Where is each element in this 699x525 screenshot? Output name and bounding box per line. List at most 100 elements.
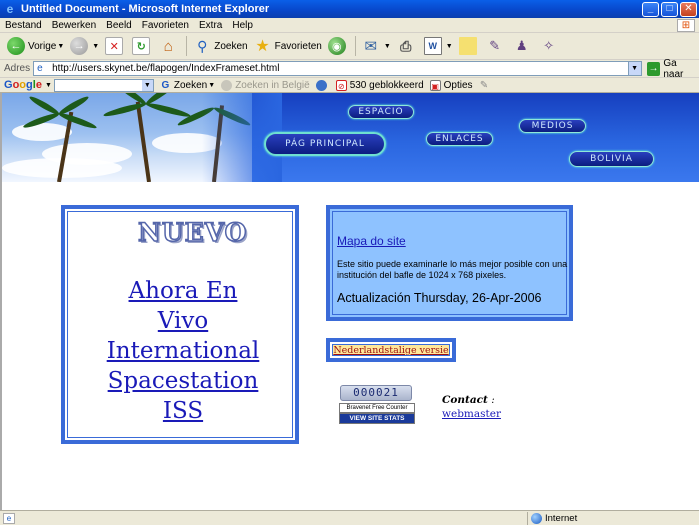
autolink-button[interactable]: ✎ bbox=[479, 80, 493, 91]
globe-icon bbox=[221, 79, 233, 91]
iss-link-line[interactable]: International bbox=[68, 336, 298, 366]
iss-link-line[interactable]: ISS bbox=[68, 396, 298, 426]
maximize-button[interactable]: □ bbox=[661, 1, 678, 17]
counter-brand-label[interactable]: Bravenet Free Counter bbox=[339, 403, 415, 413]
research-button[interactable]: ✎ bbox=[483, 35, 510, 57]
popup-blocker-icon: ⊘ bbox=[335, 79, 347, 91]
messenger-button[interactable]: ♟ bbox=[510, 35, 537, 57]
forward-arrow-icon: → bbox=[70, 37, 89, 55]
home-icon: ⌂ bbox=[163, 37, 173, 55]
menu-beeld[interactable]: Beeld bbox=[101, 20, 137, 31]
pencil-icon: ✎ bbox=[479, 79, 489, 91]
media-icon: ◉ bbox=[327, 37, 346, 55]
forward-dropdown-icon[interactable]: ▼ bbox=[92, 43, 99, 50]
back-label: Vorige bbox=[28, 40, 57, 52]
nav-pagina-principal[interactable]: PÁG PRINCIPAL bbox=[264, 132, 386, 156]
popup-blocked-count: 530 geblokkeerd bbox=[349, 79, 424, 91]
back-arrow-icon: ← bbox=[7, 37, 25, 55]
search-label: Zoeken bbox=[214, 40, 248, 52]
nav-enlaces[interactable]: ENLACES bbox=[426, 132, 493, 146]
notes-button[interactable] bbox=[456, 35, 483, 57]
mail-dropdown-icon[interactable]: ▼ bbox=[384, 43, 391, 50]
mail-button[interactable]: ✉ ▼ bbox=[359, 35, 394, 57]
edit-dropdown-icon[interactable]: ▼ bbox=[446, 43, 453, 50]
iss-link-line[interactable]: Spacestation bbox=[68, 366, 298, 396]
menu-bewerken[interactable]: Bewerken bbox=[47, 20, 101, 31]
contact-label: Contact : bbox=[442, 394, 495, 406]
nav-bolivia[interactable]: BOLIVIA bbox=[569, 151, 654, 167]
page-status-icon: e bbox=[3, 512, 15, 524]
sitemap-link[interactable]: Mapa do site bbox=[337, 234, 406, 248]
google-search-dropdown-icon[interactable]: ▼ bbox=[208, 82, 215, 89]
dutch-version-link[interactable]: Nederlandstalige versie bbox=[332, 344, 450, 356]
forward-button[interactable]: → ▼ bbox=[67, 35, 102, 57]
cloud-shape bbox=[12, 123, 72, 141]
google-dropdown-icon[interactable]: ▼ bbox=[45, 82, 52, 89]
minimize-button[interactable]: _ bbox=[642, 1, 659, 17]
google-g-icon: G bbox=[161, 79, 170, 91]
print-button[interactable]: ⎙ bbox=[394, 35, 421, 57]
zone-label: Internet bbox=[545, 513, 578, 524]
resolution-notice: Este sitio puede examinarle lo más mejor… bbox=[337, 259, 568, 280]
nav-medios[interactable]: MEDIOS bbox=[519, 119, 586, 133]
palm-leaf bbox=[57, 94, 90, 117]
address-label: Adres bbox=[4, 63, 31, 74]
last-update-text: Actualización Thursday, 26-Apr-2006 bbox=[337, 291, 542, 305]
search-icon: ⚲ bbox=[197, 37, 208, 54]
news-icon bbox=[315, 79, 327, 91]
stop-button[interactable]: ✕ bbox=[102, 35, 129, 57]
globe-icon bbox=[531, 513, 542, 524]
close-button[interactable]: ✕ bbox=[680, 1, 697, 17]
back-dropdown-icon[interactable]: ▼ bbox=[57, 43, 64, 50]
mail-icon: ✉ bbox=[364, 38, 378, 55]
google-search-button[interactable]: G Zoeken ▼ bbox=[160, 79, 216, 91]
menu-extra[interactable]: Extra bbox=[194, 20, 227, 31]
iss-link-line[interactable]: Ahora En bbox=[68, 276, 298, 306]
go-arrow-icon[interactable]: → bbox=[646, 61, 661, 76]
palm-leaf bbox=[145, 101, 192, 119]
status-bar: e Internet bbox=[0, 510, 699, 525]
go-button[interactable]: Ga naar bbox=[663, 58, 699, 80]
home-button[interactable]: ⌂ bbox=[156, 35, 183, 57]
refresh-button[interactable]: ↻ bbox=[129, 35, 156, 57]
favorites-star-icon: ★ bbox=[255, 38, 270, 55]
google-logo[interactable]: Google bbox=[4, 79, 42, 91]
options-button[interactable]: ▣ Opties bbox=[429, 79, 473, 91]
toolbar: ← Vorige ▼ → ▼ ✕ ↻ ⌂ ⚲ Zoeken ★ Favoriet… bbox=[0, 33, 699, 60]
view-site-stats-link[interactable]: VIEW SITE STATS bbox=[339, 413, 415, 424]
windows-logo-icon: ⊞ bbox=[677, 18, 695, 32]
address-url[interactable]: http://users.skynet.be/flapogen/IndexFra… bbox=[52, 63, 627, 74]
google-search-label: Zoeken bbox=[173, 79, 208, 91]
back-button[interactable]: ← Vorige ▼ bbox=[4, 35, 67, 57]
site-info-box: Mapa do site Este sitio puede examinarle… bbox=[326, 205, 573, 321]
search-button[interactable]: ⚲ Zoeken bbox=[190, 35, 250, 57]
webmaster-link[interactable]: webmaster bbox=[442, 408, 501, 420]
google-search-input[interactable]: ▼ bbox=[53, 78, 154, 92]
page-icon: e bbox=[37, 62, 43, 74]
news-button[interactable] bbox=[315, 79, 330, 91]
address-input[interactable]: e http://users.skynet.be/flapogen/IndexF… bbox=[33, 61, 642, 76]
iss-link-line[interactable]: Vivo bbox=[68, 306, 298, 336]
visitor-counter: 000021 bbox=[340, 385, 412, 401]
research-icon: ✎ bbox=[489, 38, 501, 53]
options-label: Opties bbox=[443, 79, 473, 91]
nav-espacio[interactable]: ESPACIO bbox=[348, 105, 414, 119]
iss-promo-box: NUEVO Ahora En Vivo International Spaces… bbox=[61, 205, 299, 444]
media-button[interactable]: ◉ bbox=[325, 35, 352, 57]
menu-favorieten[interactable]: Favorieten bbox=[137, 20, 194, 31]
google-search-dropdown-icon[interactable]: ▼ bbox=[141, 79, 153, 91]
search-belgium-button[interactable]: Zoeken in België bbox=[221, 79, 310, 91]
menu-help[interactable]: Help bbox=[227, 20, 258, 31]
nuevo-logo: NUEVO bbox=[137, 217, 248, 248]
iss-promo-inner: NUEVO Ahora En Vivo International Spaces… bbox=[67, 211, 293, 438]
title-bar[interactable]: e Untitled Document - Microsoft Internet… bbox=[0, 0, 699, 18]
edit-button[interactable]: W ▼ bbox=[421, 35, 456, 57]
address-dropdown-icon[interactable]: ▼ bbox=[627, 62, 641, 75]
iss-live-link[interactable]: Ahora En Vivo International Spacestation… bbox=[68, 276, 298, 426]
popup-blocker-button[interactable]: ⊘ 530 geblokkeerd bbox=[335, 79, 424, 91]
address-bar: Adres e http://users.skynet.be/flapogen/… bbox=[0, 58, 699, 80]
favorites-label: Favorieten bbox=[274, 40, 322, 52]
favorites-button[interactable]: ★ Favorieten bbox=[251, 35, 325, 57]
menu-bestand[interactable]: Bestand bbox=[0, 20, 47, 31]
tools-button[interactable]: ✧ bbox=[537, 35, 564, 57]
